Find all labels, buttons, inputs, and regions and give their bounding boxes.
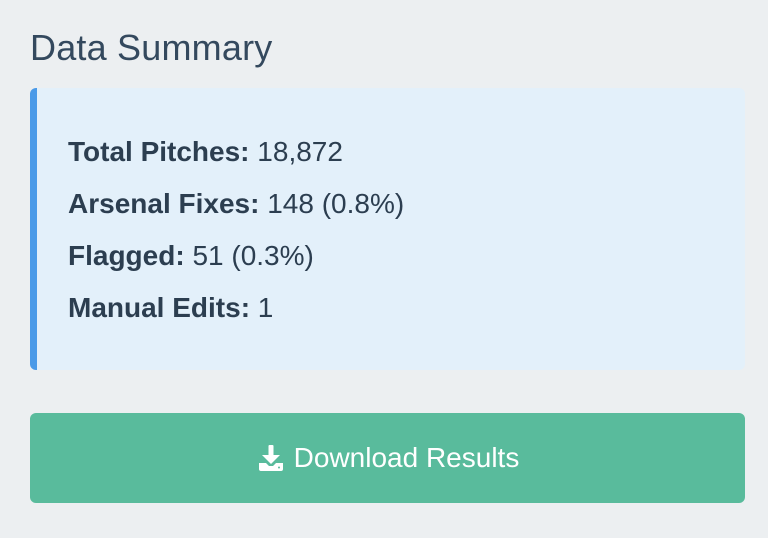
stat-flagged: Flagged: 51 (0.3%) (68, 238, 314, 274)
summary-panel (30, 88, 745, 370)
download-icon (256, 443, 286, 473)
stat-total-pitches: Total Pitches: 18,872 (68, 134, 343, 170)
stat-value: 51 (0.3%) (192, 240, 314, 271)
stat-label: Flagged: (68, 240, 185, 271)
stat-value: 18,872 (257, 136, 343, 167)
download-button-label: Download Results (293, 442, 520, 473)
page-title: Data Summary (30, 27, 273, 68)
stat-label: Arsenal Fixes: (68, 188, 260, 219)
download-results-button[interactable]: Download Results (30, 413, 745, 503)
stat-manual-edits: Manual Edits: 1 (68, 290, 273, 326)
stat-label: Total Pitches: (68, 136, 250, 167)
stat-label: Manual Edits: (68, 292, 251, 323)
stat-value: 148 (0.8%) (267, 188, 405, 219)
stat-arsenal-fixes: Arsenal Fixes: 148 (0.8%) (68, 186, 404, 222)
stat-value: 1 (257, 292, 274, 323)
